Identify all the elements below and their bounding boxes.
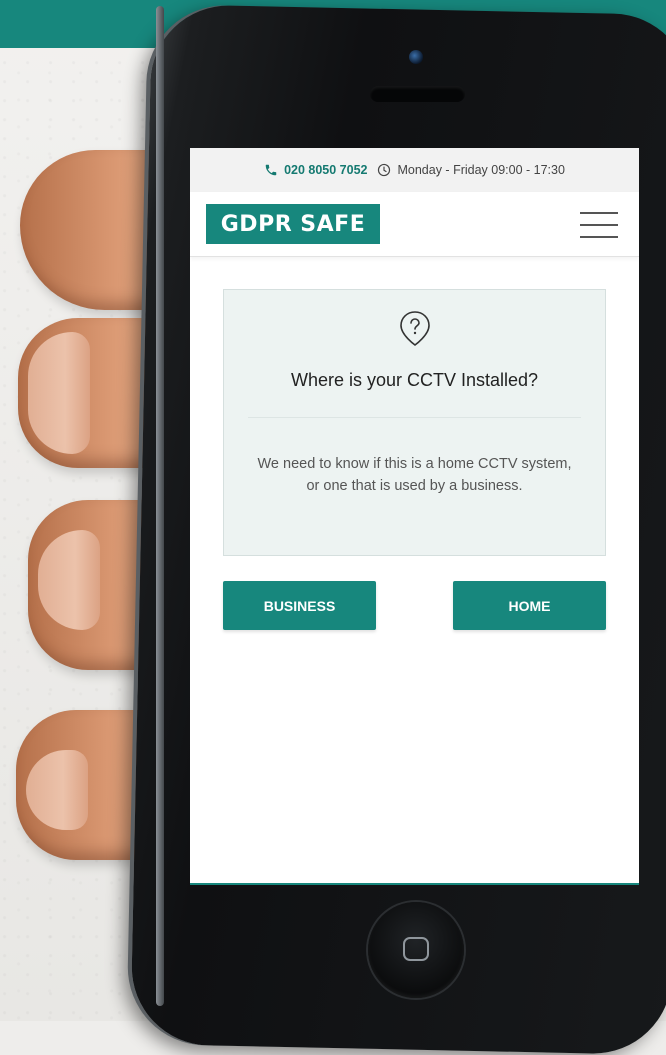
site-header: GDPR SAFE [190, 192, 639, 257]
home-button-icon [403, 937, 429, 961]
clock-icon [378, 163, 391, 177]
location-question-icon [400, 311, 430, 346]
hamburger-menu-icon[interactable] [580, 210, 618, 240]
opening-hours: Monday - Friday 09:00 - 17:30 [377, 163, 565, 177]
phone-screen: 020 8050 7052 Monday - Friday 09:00 - 17… [190, 148, 639, 885]
phone-edge [156, 6, 164, 1006]
card-title: Where is your CCTV Installed? [290, 370, 539, 390]
earpiece-speaker [370, 86, 465, 102]
front-camera [409, 50, 423, 64]
card-description: We need to know if this is a home CCTV s… [257, 456, 572, 494]
home-button-option[interactable]: HOME [453, 581, 606, 630]
question-card: Where is your CCTV Installed? We need to… [223, 289, 606, 556]
phone-number: 020 8050 7052 [284, 163, 368, 177]
card-divider [248, 417, 581, 418]
contact-topbar: 020 8050 7052 Monday - Friday 09:00 - 17… [190, 148, 639, 192]
gdpr-safe-logo[interactable]: GDPR SAFE [206, 204, 380, 244]
phone-link[interactable]: 020 8050 7052 [264, 163, 367, 177]
business-button[interactable]: BUSINESS [223, 581, 376, 630]
hours-text: Monday - Friday 09:00 - 17:30 [397, 163, 565, 177]
phone-icon [265, 164, 277, 176]
